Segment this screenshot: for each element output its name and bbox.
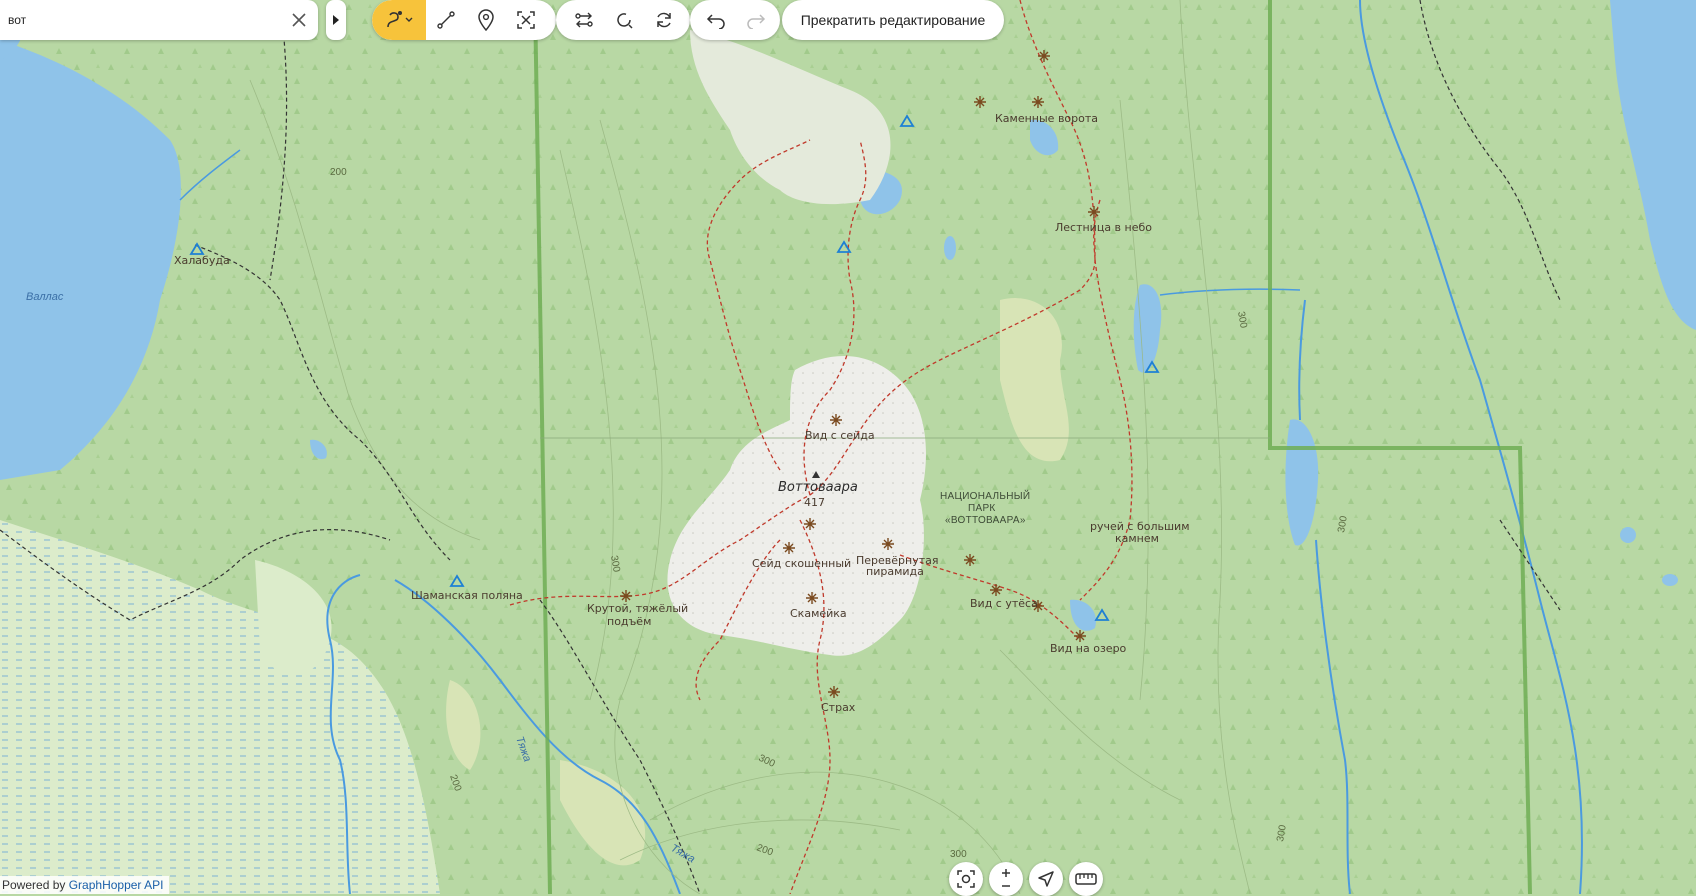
collapse-panel-button[interactable] xyxy=(326,0,346,40)
refresh-icon xyxy=(657,12,671,28)
svg-text:Шаманская поляна: Шаманская поляна xyxy=(411,589,523,602)
svg-text:Вид с сейда: Вид с сейда xyxy=(805,429,875,442)
stop-editing-label: Прекратить редактирование xyxy=(800,12,986,28)
svg-text:камнем: камнем xyxy=(1115,532,1159,545)
focus-frame-icon xyxy=(957,870,975,888)
navigation-arrow-icon xyxy=(1038,871,1054,887)
svg-text:Скамейка: Скамейка xyxy=(790,607,847,620)
svg-text:Страх: Страх xyxy=(821,701,856,714)
zoom-control[interactable] xyxy=(989,862,1023,896)
reverse-icon xyxy=(575,12,593,28)
svg-text:200: 200 xyxy=(330,167,347,178)
svg-text:300: 300 xyxy=(950,849,967,860)
redo-button[interactable] xyxy=(736,0,776,40)
search-input[interactable] xyxy=(0,0,278,40)
undo-button[interactable] xyxy=(696,0,736,40)
draw-line-button[interactable] xyxy=(426,0,466,40)
svg-text:НАЦИОНАЛЬНЫЙ: НАЦИОНАЛЬНЫЙ xyxy=(940,489,1030,502)
close-icon xyxy=(292,13,306,27)
svg-text:«ВОТТОВААРА»: «ВОТТОВААРА» xyxy=(945,515,1026,526)
redo-icon xyxy=(747,14,766,29)
close-loop-button[interactable] xyxy=(604,0,644,40)
ruler-icon xyxy=(1075,873,1097,885)
measure-button[interactable] xyxy=(1069,862,1103,896)
zoom-plus-minus-icon xyxy=(1002,869,1010,887)
svg-text:Вид с утёса: Вид с утёса xyxy=(970,597,1038,610)
draw-tools-group xyxy=(372,0,556,40)
svg-text:417: 417 xyxy=(804,496,825,509)
route-mode-button[interactable] xyxy=(372,0,426,40)
svg-text:Каменные ворота: Каменные ворота xyxy=(995,112,1098,125)
my-location-button[interactable] xyxy=(1029,862,1063,896)
lake xyxy=(1620,527,1636,543)
lake xyxy=(1662,574,1678,586)
map-canvas[interactable]: Халабуда Валлас Каменные ворота Лестница… xyxy=(0,0,1696,894)
search-box xyxy=(0,0,318,40)
svg-text:подъём: подъём xyxy=(607,615,651,628)
lake xyxy=(944,236,956,260)
svg-text:ПАРК: ПАРК xyxy=(968,503,996,514)
add-marker-button[interactable] xyxy=(466,0,506,40)
undo-icon xyxy=(706,14,725,29)
fit-bounds-button[interactable] xyxy=(949,862,983,896)
loop-icon xyxy=(617,13,633,29)
map-pin-icon xyxy=(478,9,494,31)
edit-tools-group xyxy=(556,0,690,40)
svg-text:Воттоваара: Воттоваара xyxy=(778,480,858,495)
history-group xyxy=(690,0,780,40)
line-icon xyxy=(437,11,455,29)
svg-text:Сейд скошенный: Сейд скошенный xyxy=(752,557,851,570)
svg-text:Лестница в небо: Лестница в небо xyxy=(1055,221,1152,234)
reverse-route-button[interactable] xyxy=(564,0,604,40)
attribution-prefix: Powered by xyxy=(2,878,66,892)
select-area-button[interactable] xyxy=(506,0,546,40)
refresh-route-button[interactable] xyxy=(644,0,684,40)
svg-text:Халабуда: Халабуда xyxy=(174,254,230,267)
attribution: Powered by GraphHopper API xyxy=(0,876,170,894)
svg-text:Крутой, тяжёлый: Крутой, тяжёлый xyxy=(587,602,688,615)
stop-editing-button[interactable]: Прекратить редактирование xyxy=(782,0,1004,40)
svg-text:Валлас: Валлас xyxy=(26,291,64,303)
select-cross-icon xyxy=(517,11,535,29)
hiker-route-icon xyxy=(387,11,413,28)
graphhopper-link[interactable]: GraphHopper API xyxy=(69,878,164,892)
clear-search-button[interactable] xyxy=(288,9,310,31)
caret-right-icon xyxy=(333,15,339,25)
svg-text:Вид на озеро: Вид на озеро xyxy=(1050,642,1127,655)
svg-text:пирамида: пирамида xyxy=(866,565,924,578)
